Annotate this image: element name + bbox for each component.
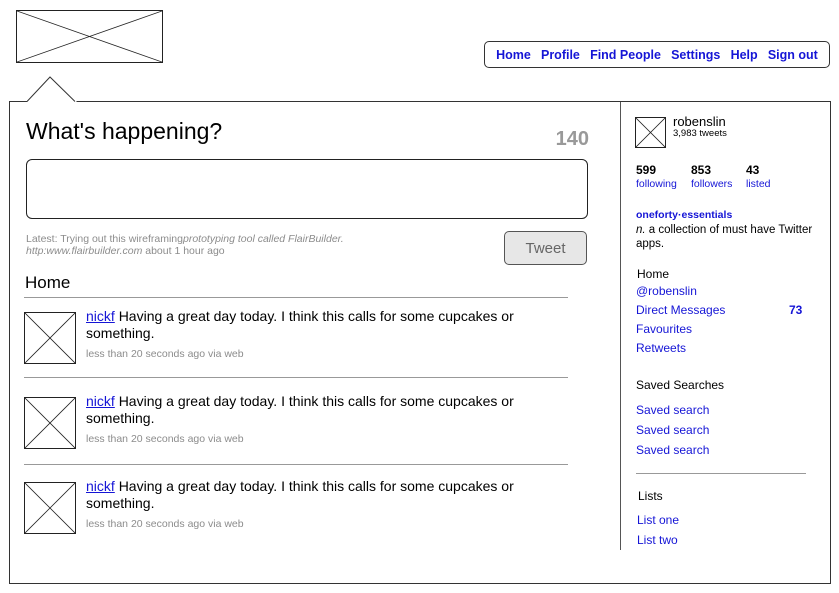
saved-search-link[interactable]: Saved search (636, 403, 709, 417)
tweet-meta: less than 20 seconds ago via web (86, 433, 244, 445)
following-link[interactable]: following (636, 178, 677, 190)
tweet-body: Having a great day today. I think this c… (86, 478, 514, 511)
sidebar-favourites-link[interactable]: Favourites (636, 322, 692, 336)
tweet-item-text: nickf Having a great day today. I think … (86, 478, 546, 512)
sidebar-divider (620, 102, 621, 550)
latest-status-text: Latest: Trying out this wireframing (26, 233, 183, 245)
nav-profile-link[interactable]: Profile (541, 48, 580, 62)
oneforty-abbrev: n. (636, 224, 646, 236)
tweet-author-link[interactable]: nickf (86, 478, 115, 494)
top-navigation: Home Profile Find People Settings Help S… (484, 41, 830, 68)
profile-tweet-count: 3,983 tweets (673, 128, 727, 139)
profile-avatar-icon[interactable] (635, 117, 666, 148)
sidebar-divider-line (636, 473, 806, 474)
list-link[interactable]: List two (637, 533, 678, 547)
tweet-item-text: nickf Having a great day today. I think … (86, 393, 546, 427)
avatar-placeholder-icon[interactable] (24, 482, 76, 534)
tweet-author-link[interactable]: nickf (86, 393, 115, 409)
listed-link[interactable]: listed (746, 178, 771, 190)
list-link[interactable]: List one (637, 513, 679, 527)
avatar-placeholder-icon[interactable] (24, 312, 76, 364)
timeline-divider (24, 297, 568, 298)
tweet-input[interactable] (26, 159, 588, 219)
tweet-divider (24, 377, 568, 378)
composer-heading: What's happening? (26, 118, 223, 144)
avatar-placeholder-icon[interactable] (24, 397, 76, 449)
following-count: 599 (636, 163, 657, 177)
profile-username: robenslin (673, 114, 726, 129)
sidebar-direct-messages-link[interactable]: Direct Messages (636, 303, 725, 317)
sidebar-mentions-link[interactable]: @robenslin (636, 284, 697, 298)
lists-heading: Lists (638, 489, 663, 503)
sidebar-home-label: Home (637, 267, 670, 281)
tweet-item-text: nickf Having a great day today. I think … (86, 308, 546, 342)
tweet-body: Having a great day today. I think this c… (86, 308, 514, 341)
tweet-button[interactable]: Tweet (504, 231, 587, 265)
nav-home-link[interactable]: Home (496, 48, 531, 62)
nav-help-link[interactable]: Help (731, 48, 758, 62)
nav-sign-out-link[interactable]: Sign out (768, 48, 818, 62)
saved-searches-heading: Saved Searches (636, 378, 725, 392)
tweet-author-link[interactable]: nickf (86, 308, 115, 324)
latest-status-italic: prototyping tool called FlairBuilder. (182, 233, 344, 245)
nav-settings-link[interactable]: Settings (671, 48, 720, 62)
tweet-meta: less than 20 seconds ago via web (86, 518, 244, 530)
tweet-divider (24, 464, 568, 465)
oneforty-link[interactable]: oneforty·essentials (636, 209, 732, 221)
tweet-body: Having a great day today. I think this c… (86, 393, 514, 426)
logo-placeholder-icon (16, 10, 163, 63)
tab-pointer-icon (27, 76, 77, 102)
oneforty-desc-text: a collection of must have Twitter apps. (636, 224, 813, 250)
latest-status-time: about 1 hour ago (142, 245, 225, 257)
saved-search-link[interactable]: Saved search (636, 423, 709, 437)
character-count: 140 (555, 128, 589, 150)
oneforty-description: n. a collection of must have Twitter app… (636, 223, 826, 251)
tweet-meta: less than 20 seconds ago via web (86, 348, 244, 360)
listed-count: 43 (746, 163, 760, 177)
latest-status: Latest: Trying out this wireframingproto… (26, 233, 496, 257)
nav-find-people-link[interactable]: Find People (590, 48, 661, 62)
followers-count: 853 (691, 163, 712, 177)
followers-link[interactable]: followers (691, 178, 732, 190)
direct-messages-count: 73 (789, 303, 803, 317)
timeline-heading: Home (25, 273, 71, 292)
sidebar-retweets-link[interactable]: Retweets (636, 341, 686, 355)
saved-search-link[interactable]: Saved search (636, 443, 709, 457)
latest-status-link[interactable]: http:www.flairbuilder.com (26, 245, 142, 257)
